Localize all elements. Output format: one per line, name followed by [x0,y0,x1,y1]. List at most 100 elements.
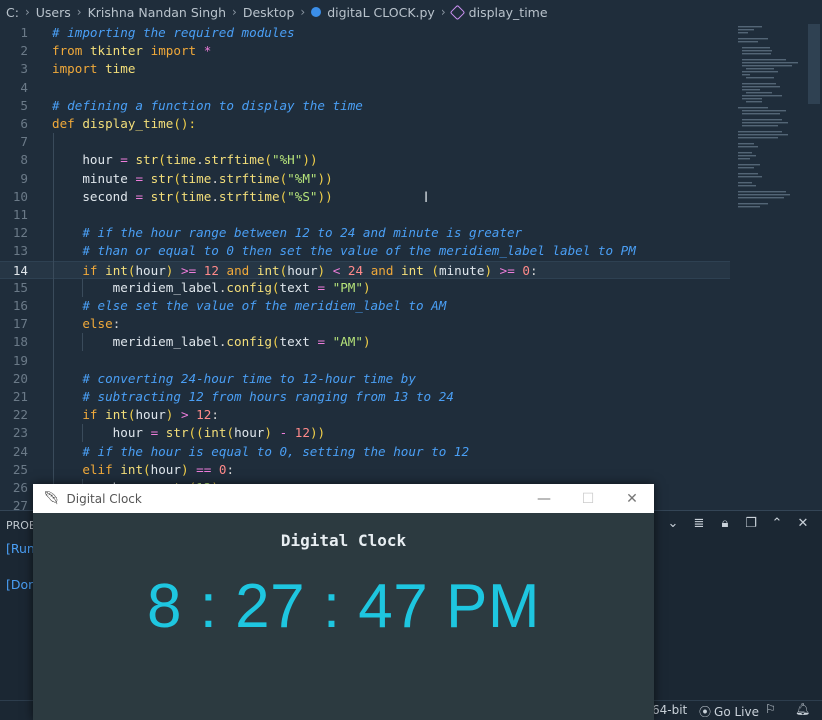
clear-output-icon[interactable]: ≣ [692,517,706,531]
breadcrumb-symbol[interactable]: display_time [467,5,550,20]
line-number: 23 [12,425,28,441]
breadcrumb-users[interactable]: Users [34,5,73,20]
line-number: 6 [20,116,28,131]
code-line[interactable]: 15 meridiem_label.config(text = "PM") [0,279,730,297]
indent-guide [82,424,83,442]
code-line[interactable]: 9 minute = str(time.strftime("%M")) [0,170,730,188]
indent-guide [53,133,54,510]
line-number: 19 [12,352,28,368]
code-text: hour = str(time.strftime("%H")) [82,152,318,168]
feedback-icon[interactable]: ⚐ [765,702,776,716]
code-text: import time [52,61,136,77]
code-text: # than or equal to 0 then set the value … [82,243,636,259]
code-line[interactable]: 6 def display_time(): [0,115,730,133]
line-number: 9 [20,170,28,186]
code-line[interactable]: 14 if int(hour) >= 12 and int(hour) < 24… [0,260,730,279]
minimize-icon[interactable]: — [522,484,566,513]
code-line[interactable]: 8 hour = str(time.strftime("%H")) [0,151,730,169]
chevron-up-icon[interactable]: ⌃ [770,517,784,531]
panel-actions: ⌄ ≣ 🔒︎ ❐ ⌃ ✕ [666,517,810,531]
code-line[interactable]: 4 [0,79,730,97]
line-number: 20 [12,370,28,386]
code-line[interactable]: 19 [0,352,730,370]
code-text: meridiem_label.config(text = "PM") [112,279,371,295]
chevron-right-icon: › [76,5,82,19]
code-text: if int(hour) >= 12 and int(hour) < 24 an… [82,262,538,278]
code-line[interactable]: 24 # if the hour is equal to 0, setting … [0,443,730,461]
breadcrumb-drive[interactable]: C: [4,5,21,20]
line-number: 10 [12,188,28,204]
chevron-right-icon: › [232,5,237,19]
line-number: 8 [20,152,28,168]
code-line[interactable]: 3 import time [0,60,730,78]
close-icon[interactable]: ✕ [610,484,654,513]
indent-guide [82,333,83,351]
output-line: [Run [6,541,35,556]
line-number: 3 [20,61,28,77]
code-line[interactable]: 21 # subtracting 12 from hours ranging f… [0,388,730,406]
code-text: # if the hour range between 12 to 24 and… [82,225,523,241]
window-title: Digital Clock [66,491,142,506]
line-number: 12 [12,225,28,241]
close-icon[interactable]: ✕ [796,517,810,531]
broadcast-icon: ⦿ [699,705,712,719]
code-line[interactable]: 25 elif int(hour) == 0: [0,461,730,479]
code-text: else: [82,316,121,332]
code-editor[interactable]: 1 # importing the required modules 2 from t… [0,24,822,510]
code-text: # else set the value of the meridiem_lab… [82,298,447,313]
chevron-right-icon: › [24,5,30,19]
code-text: elif int(hour) == 0: [82,461,235,477]
window-titlebar[interactable]: 🪶︎ Digital Clock — ☐ ✕ [33,484,654,513]
breadcrumb-file[interactable]: digitaL CLOCK.py [325,5,437,20]
editor-scrollbar[interactable] [808,24,820,104]
code-line[interactable]: 22 if int(hour) > 12: [0,406,730,424]
copy-icon[interactable]: ❐ [744,517,758,531]
code-line[interactable]: 2 from tkinter import * [0,42,730,60]
code-text: # importing the required modules [52,25,295,40]
chevron-right-icon: › [300,5,306,19]
line-number: 26 [12,480,28,495]
code-line[interactable]: 13 # than or equal to 0 then set the val… [0,242,730,260]
code-text: minute = str(time.strftime("%M")) [82,170,333,186]
code-line[interactable]: 23 hour = str((int(hour) - 12)) [0,424,730,442]
bell-icon[interactable]: 🔔︎ [795,702,810,716]
code-text: meridiem_label.config(text = "AM") [112,334,371,350]
chevron-right-icon: › [440,5,446,19]
digital-clock-window: 🪶︎ Digital Clock — ☐ ✕ Digital Clock 8 :… [33,484,654,720]
status-interpreter-arch[interactable]: 64-bit [652,703,687,717]
go-live-button[interactable]: ⦿ Go Live [699,703,759,720]
line-number: 17 [12,316,28,332]
code-line[interactable]: 1 # importing the required modules [0,24,730,42]
minimap[interactable] [734,24,808,224]
code-line[interactable]: 20 # converting 24-hour time to 12-hour … [0,370,730,388]
line-number: 18 [12,334,28,350]
breadcrumb-user[interactable]: Krishna Nandan Singh [86,5,228,20]
code-text: # defining a function to display the tim… [52,97,363,113]
breadcrumb-desktop[interactable]: Desktop [241,5,297,20]
output-line: [Don [6,577,37,592]
code-line[interactable]: 16 # else set the value of the meridiem_… [0,297,730,315]
code-line[interactable]: 12 # if the hour range between 12 to 24 … [0,224,730,242]
code-line[interactable]: 18 meridiem_label.config(text = "AM") [0,333,730,351]
breadcrumb: C: › Users › Krishna Nandan Singh › Desk… [0,0,822,24]
line-number: 25 [12,461,28,477]
text-cursor-icon: I [424,190,429,206]
code-text: second = str(time.strftime("%S")) [82,188,333,204]
code-text: def display_time(): [52,116,197,131]
code-text: from tkinter import * [52,43,212,59]
code-line[interactable]: 5 # defining a function to display the ti… [0,97,730,115]
line-number: 7 [20,134,28,150]
line-number: 24 [12,443,28,459]
go-live-label: Go Live [714,704,759,719]
code-text: hour = str((int(hour) - 12)) [112,425,326,441]
code-line[interactable]: 7 [0,133,730,151]
line-number: 21 [12,389,28,404]
code-line[interactable]: 11 [0,206,730,224]
maximize-icon[interactable]: ☐ [566,484,610,513]
chevron-down-icon[interactable]: ⌄ [666,517,680,531]
code-line[interactable]: 10 second = str(time.strftime("%S")) [0,188,730,206]
line-number: 1 [20,25,28,40]
code-line[interactable]: 17 else: [0,315,730,333]
line-number: 13 [12,243,28,259]
lock-icon[interactable]: 🔒︎ [718,517,732,531]
